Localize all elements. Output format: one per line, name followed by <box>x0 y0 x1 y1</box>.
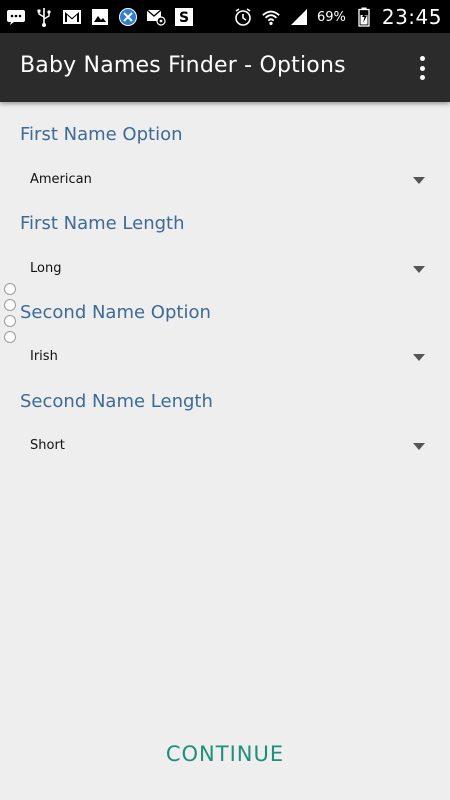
second-name-option-dropdown[interactable]: Irish <box>20 340 432 376</box>
gmail-icon <box>62 7 82 27</box>
battery-charging-icon <box>354 7 374 27</box>
chat-icon <box>6 7 26 27</box>
second-name-length-label: Second Name Length <box>20 391 213 412</box>
wifi-icon <box>261 7 281 27</box>
dropdown-value: Irish <box>30 349 58 364</box>
svg-text:S: S <box>179 10 189 26</box>
dropdown-value: Short <box>30 438 65 453</box>
usb-icon <box>34 7 54 27</box>
continue-button[interactable]: CONTINUE <box>0 742 450 766</box>
clock: 23:45 <box>381 5 442 29</box>
handle-dot <box>4 283 16 295</box>
page-title: Baby Names Finder - Options <box>20 53 346 78</box>
second-name-option-label: Second Name Option <box>20 302 211 323</box>
dropdown-arrow-icon <box>413 177 425 184</box>
dropdown-value: American <box>30 172 92 187</box>
email-icon <box>146 7 166 27</box>
alarm-icon <box>233 7 253 27</box>
first-name-option-dropdown[interactable]: American <box>20 163 432 199</box>
first-name-option-label: First Name Option <box>20 124 183 145</box>
handle-dot <box>4 299 16 311</box>
second-name-length-dropdown[interactable]: Short <box>20 429 432 465</box>
first-name-length-dropdown[interactable]: Long <box>20 252 432 288</box>
s-icon: S <box>174 7 194 27</box>
dropdown-arrow-icon <box>413 266 425 273</box>
overflow-menu-icon[interactable] <box>410 53 434 83</box>
app-bar: Baby Names Finder - Options <box>0 33 450 102</box>
dropdown-arrow-icon <box>413 443 425 450</box>
status-bar: S 69% 23:45 <box>0 0 450 33</box>
edge-handle[interactable] <box>4 283 16 347</box>
battery-percent: 69% <box>316 9 346 25</box>
notification-icons: S <box>6 6 194 28</box>
image-icon <box>90 7 110 27</box>
handle-dot <box>4 315 16 327</box>
options-form: First Name Option American First Name Le… <box>0 102 450 800</box>
signal-icon <box>289 7 309 27</box>
system-icons: 69% 23:45 <box>233 5 442 29</box>
dropdown-arrow-icon <box>413 354 425 361</box>
app-icon <box>118 7 138 27</box>
first-name-length-label: First Name Length <box>20 213 185 234</box>
dropdown-value: Long <box>30 261 62 276</box>
handle-dot <box>4 331 16 343</box>
